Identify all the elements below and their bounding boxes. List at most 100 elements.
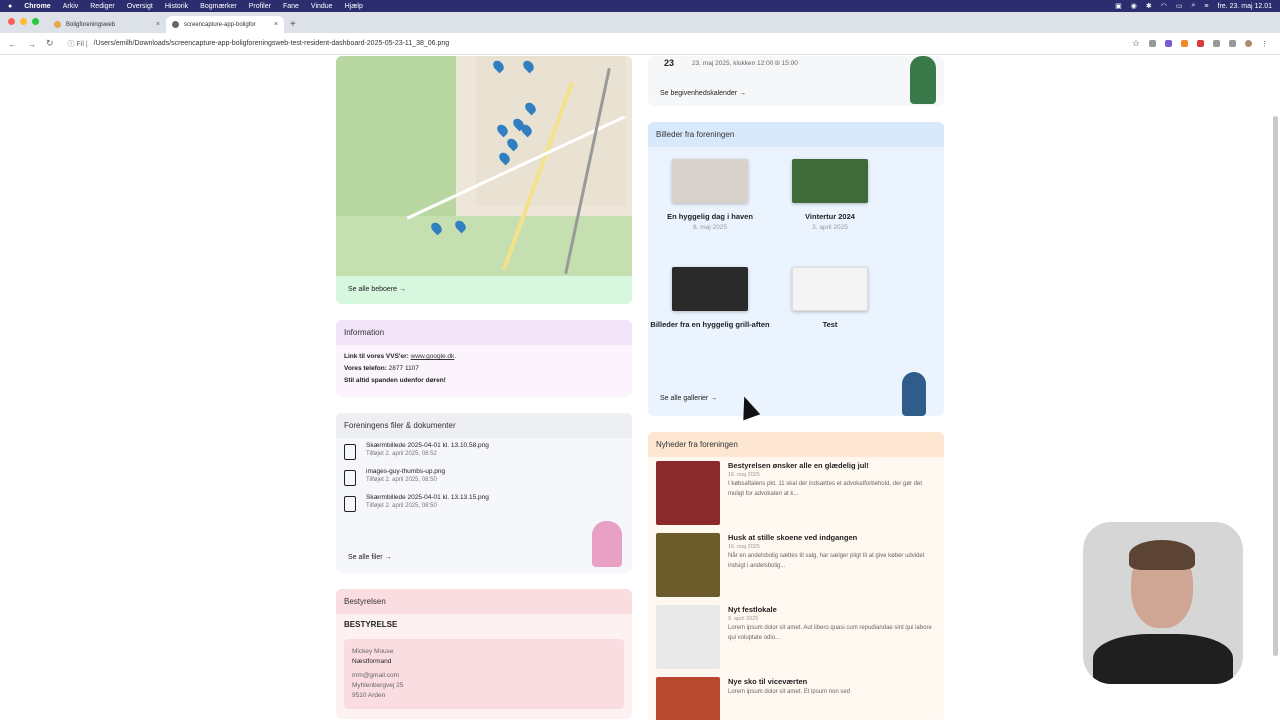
menu-item-rediger[interactable]: Rediger <box>90 3 115 10</box>
see-all-residents-link[interactable]: Se alle beboere → <box>336 276 632 304</box>
gallery-thumbnail <box>792 267 868 311</box>
gallery-item-date: 3. april 2025 <box>812 224 848 231</box>
menu-item-historik[interactable]: Historik <box>165 3 188 10</box>
gallery-item[interactable]: Test <box>770 267 890 375</box>
member-email[interactable]: mm@gmail.com <box>352 671 616 681</box>
board-member: Mickey Mouse Næstformand mm@gmail.com My… <box>344 639 624 709</box>
globe-icon <box>172 21 179 28</box>
information-card: Information Link til vores VVS'er: www.g… <box>336 320 632 397</box>
screen-record-icon[interactable]: ▣ <box>1115 2 1122 10</box>
maximize-window-button[interactable] <box>32 18 39 25</box>
close-window-button[interactable] <box>8 18 15 25</box>
tab-boligforeningsweb[interactable]: Boligforeningsweb × <box>48 16 166 33</box>
info-punct: . <box>454 353 457 360</box>
menu-item-bogmaerker[interactable]: Bogmærker <box>200 3 237 10</box>
new-tab-button[interactable]: + <box>290 19 296 30</box>
back-icon[interactable]: ← <box>8 39 17 49</box>
information-title: Information <box>336 320 632 345</box>
menu-item-vindue[interactable]: Vindue <box>311 3 333 10</box>
news-item-date: 16. maj 2025 <box>728 544 760 550</box>
reload-icon[interactable]: ↻ <box>46 38 54 49</box>
extension-icon[interactable] <box>1165 40 1172 47</box>
info-line-plumber: Link til vores VVS'er: www.google.dk. <box>344 351 624 363</box>
file-date: Tilføjet 2. april 2025, 08:50 <box>366 503 437 509</box>
bookmark-star-icon[interactable]: ☆ <box>1132 38 1140 49</box>
close-tab-icon[interactable]: × <box>156 21 160 28</box>
info-label: Vores telefon: <box>344 365 387 372</box>
more-menu-icon[interactable]: ⋮ <box>1261 40 1268 48</box>
news-item-title: Husk at stille skoene ved indgangen <box>728 533 858 542</box>
download-icon[interactable] <box>1229 40 1236 47</box>
extension-icon[interactable] <box>1181 40 1188 47</box>
address-bar[interactable]: ⓘ Fil | /Users/emilh/Downloads/screencap… <box>68 39 450 49</box>
gallery-item-title: Test <box>822 320 838 329</box>
extension-icon[interactable] <box>1197 40 1204 47</box>
tab-strip: Boligforeningsweb × screencapture-app-bo… <box>0 12 1280 33</box>
news-item-title: Bestyrelsen ønsker alle en glædelig jul! <box>728 461 869 470</box>
see-all-files-link[interactable]: Se alle filer → <box>336 546 404 569</box>
map-field-area <box>336 216 632 276</box>
member-role: Næstformand <box>352 658 392 665</box>
news-item-title: Nyt festlokale <box>728 605 777 614</box>
battery-icon[interactable]: ▭ <box>1176 2 1183 10</box>
news-item[interactable]: Bestyrelsen ønsker alle en glædelig jul!… <box>648 457 944 529</box>
file-date: Tilføjet 2. april 2025, 08:50 <box>366 477 437 483</box>
control-center-icon[interactable]: ≡ <box>1204 3 1208 10</box>
member-city: 9510 Arden <box>352 692 386 699</box>
extension-icon[interactable] <box>1149 40 1156 47</box>
info-line-note: Stil altid spanden udenfor døren! <box>344 375 624 387</box>
news-card: Nyheder fra foreningen Bestyrelsen ønske… <box>648 432 944 720</box>
news-item[interactable]: Nyt festlokale 9. april 2025 Lorem ipsum d… <box>648 601 944 673</box>
see-event-calendar-link[interactable]: Se begivenhedskalender → <box>648 82 758 105</box>
news-item-excerpt: I købsaftalens pkt. 11 skal der indsætte… <box>728 481 922 497</box>
gallery-item[interactable]: Billeder fra en hyggelig grill-aften <box>650 267 770 375</box>
menu-app-name[interactable]: Chrome <box>24 3 50 10</box>
news-item[interactable]: Nye sko til viceværten Lorem ipsum dolor … <box>648 673 944 720</box>
file-name: images-guy-thumbs-up.png <box>366 468 446 475</box>
menu-item-hjaelp[interactable]: Hjælp <box>345 3 363 10</box>
minimize-window-button[interactable] <box>20 18 27 25</box>
window-controls <box>8 18 39 25</box>
record-icon[interactable]: ◉ <box>1131 2 1137 10</box>
info-icon[interactable]: ⓘ Fil | <box>68 39 88 49</box>
profile-avatar[interactable] <box>1245 40 1252 47</box>
gallery-item[interactable]: En hyggelig dag i haven 8. maj 2025 <box>650 159 770 267</box>
forward-icon[interactable]: → <box>27 39 36 49</box>
residents-map-card: Se alle beboere → <box>336 56 632 304</box>
close-tab-icon[interactable]: × <box>274 21 278 28</box>
news-item-title: Nye sko til viceværten <box>728 677 808 686</box>
search-icon[interactable]: ⌕ <box>1192 2 1196 10</box>
browser-toolbar: ← → ↻ ⓘ Fil | /Users/emilh/Downloads/scr… <box>0 33 1280 55</box>
plumber-link[interactable]: www.google.dk <box>411 353 455 360</box>
event-datetime: 23. maj 2025, klokken 12:00 til 15:00 <box>692 60 798 67</box>
see-all-galleries-link[interactable]: Se alle gallerier → <box>648 387 729 410</box>
clock[interactable]: fre. 23. maj 12.01 <box>1218 3 1272 10</box>
file-item[interactable]: images-guy-thumbs-up.png Tilføjet 2. apri… <box>336 464 632 490</box>
apple-icon[interactable]: ● <box>8 3 12 10</box>
gallery-thumbnail <box>672 267 748 311</box>
wifi-icon[interactable]: ◠ <box>1161 2 1167 10</box>
menu-item-fane[interactable]: Fane <box>283 3 299 10</box>
menu-item-oversigt[interactable]: Oversigt <box>127 3 153 10</box>
left-column: Se alle beboere → Information Link til v… <box>336 56 632 719</box>
gallery-item-title: Billeder fra en hyggelig grill-aften <box>650 320 770 329</box>
url-text[interactable]: /Users/emilh/Downloads/screencapture-app… <box>94 40 450 47</box>
menu-item-arkiv[interactable]: Arkiv <box>63 3 79 10</box>
file-icon <box>344 444 356 460</box>
news-item[interactable]: Husk at stille skoene ved indgangen 16. m… <box>648 529 944 601</box>
page-scrollbar[interactable] <box>1273 116 1278 656</box>
information-body: Link til vores VVS'er: www.google.dk. Vo… <box>336 345 632 397</box>
residents-map[interactable] <box>336 56 632 276</box>
file-item[interactable]: Skærmbillede 2025-04-01 kl. 13.13.15.png… <box>336 490 632 516</box>
extensions-puzzle-icon[interactable] <box>1213 40 1220 47</box>
gallery-item-title: En hyggelig dag i haven <box>667 212 753 221</box>
menu-item-profiler[interactable]: Profiler <box>249 3 271 10</box>
file-date: Tilføjet 2. april 2025, 08:52 <box>366 451 437 457</box>
gallery-thumbnail <box>672 159 748 203</box>
file-item[interactable]: Skærmbillede 2025-04-01 kl. 13.10.58.png… <box>336 438 632 464</box>
bluetooth-icon[interactable]: ✱ <box>1146 2 1152 10</box>
presenter-hair <box>1129 540 1195 570</box>
news-item-excerpt: Lorem ipsum dolor sit amet. Aut libero q… <box>728 625 932 641</box>
tab-screencapture[interactable]: screencapture-app-boligfor × <box>166 16 284 33</box>
gallery-item[interactable]: Vintertur 2024 3. april 2025 <box>770 159 890 267</box>
